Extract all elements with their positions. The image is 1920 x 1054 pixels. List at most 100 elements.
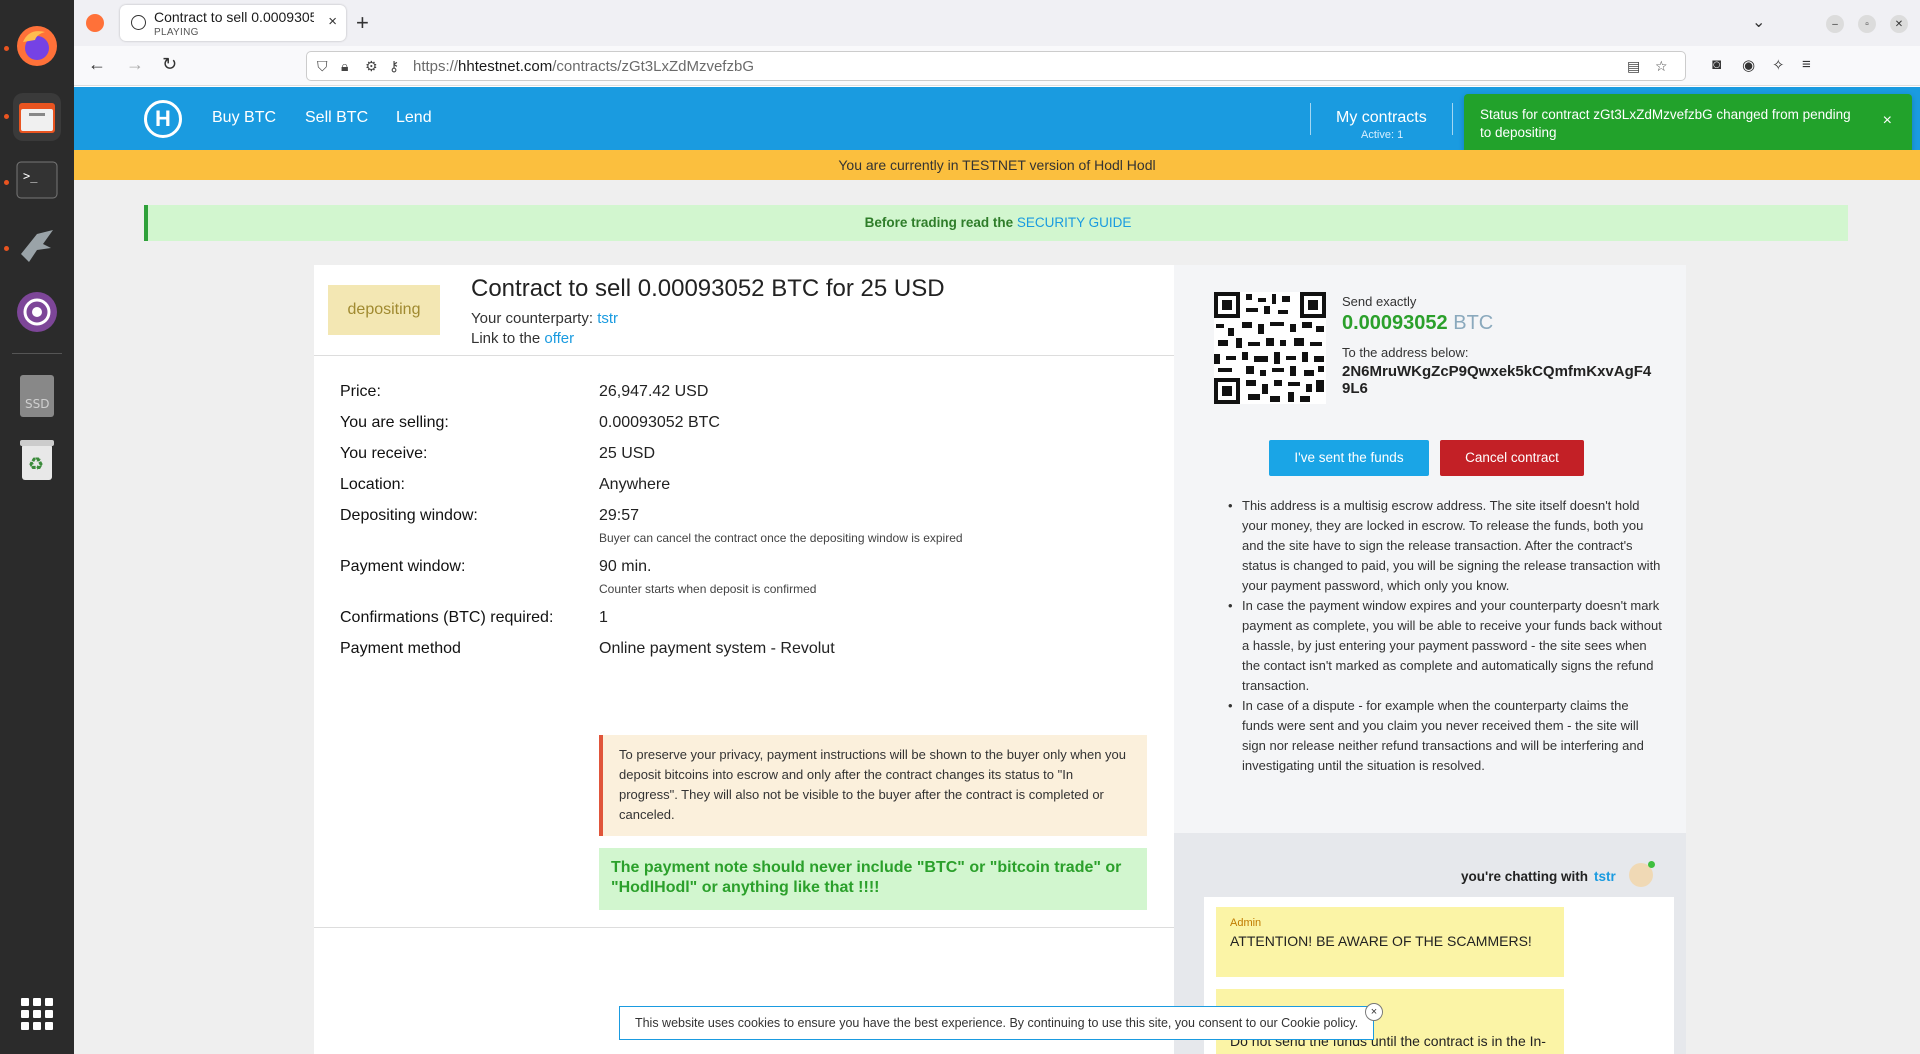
nav-bar: ← → ↻ ⛉ 🔒︎ ⚙ ⚷ https://hhtestnet.com/con… [74,46,1920,86]
tab-contract[interactable]: Contract to sell 0.00093052 BTC for 25 U… [120,5,346,41]
contract-panel: depositing Contract to sell 0.00093052 B… [314,265,1174,1054]
extensions-puzzle-icon[interactable]: ✧ [1772,56,1785,74]
my-contracts-link[interactable]: My contracts [1336,109,1427,127]
chatting-with-label: you're chatting with [1461,869,1588,884]
contract-title: Contract to sell 0.00093052 BTC for 25 U… [471,275,945,302]
escrow-info-list: This address is a multisig escrow addres… [1228,496,1662,776]
location-value: Anywhere [599,476,671,493]
svg-text:>_: >_ [23,169,38,183]
lock-icon[interactable]: 🔒︎ [341,58,348,75]
menu-icon[interactable]: ≡ [1802,56,1811,73]
show-apps-icon[interactable] [21,998,53,1030]
shield-icon[interactable]: ⛉ [317,58,328,75]
new-tab-button[interactable]: + [356,10,369,36]
list-tabs-icon[interactable]: ⌄ [1752,12,1765,32]
maximize-icon[interactable]: ▫ [1858,15,1876,33]
trash-icon[interactable]: ♻ [13,436,61,484]
depositing-window-hint: Buyer can cancel the contract once the d… [599,531,963,545]
toast-close-icon[interactable]: × [1883,112,1892,130]
firefox-icon[interactable] [13,22,61,70]
svg-text:♻: ♻ [28,454,44,474]
privacy-notice: To preserve your privacy, payment instru… [599,735,1147,836]
firefox-view-icon[interactable] [86,14,104,32]
testnet-banner: You are currently in TESTNET version of … [74,150,1920,180]
send-amount: 0.00093052 BTC [1342,312,1494,334]
close-window-icon[interactable]: ✕ [1890,15,1908,33]
send-exactly-label: Send exactly [1342,294,1417,309]
site-content: H Buy BTC Sell BTC Lend My contracts Act… [74,87,1920,1054]
bird-app-icon[interactable] [13,222,61,270]
active-contracts-count: Active: 1 [1361,129,1404,141]
divider [314,927,1174,928]
message-text: ATTENTION! BE AWARE OF THE SCAMMERS! [1230,933,1532,949]
offer-link[interactable]: offer [544,330,574,347]
toast-message: Status for contract zGt3LxZdMzvefzbG cha… [1480,107,1851,140]
payment-method-value: Online payment system - Revolut [599,640,835,657]
depositing-window-value: 29:57 [599,507,640,524]
key-icon[interactable]: ⚷ [389,58,399,75]
minimize-icon[interactable]: – [1826,15,1844,33]
online-status-icon [1648,861,1655,868]
payment-window-label: Payment window: [340,558,466,575]
selling-label: You are selling: [340,414,449,431]
escrow-panel: Send exactly 0.00093052 BTC To the addre… [1174,265,1686,1054]
url-text[interactable]: https://hhtestnet.com/contracts/zGt3LxZd… [413,58,754,75]
tab-close-icon[interactable]: × [328,13,337,30]
running-indicator [4,114,9,119]
header-divider [1310,103,1311,135]
payment-window-value: 90 min. [599,558,652,575]
cookie-banner: This website uses cookies to ensure you … [619,1003,1383,1040]
browser-window: Contract to sell 0.00093052 BTC for 25 U… [74,0,1920,1054]
ubuntu-dock: >_ SSD ♻ [0,0,74,1054]
address-label: To the address below: [1342,345,1469,360]
selling-value: 0.00093052 BTC [599,414,720,431]
running-indicator [4,246,9,251]
globe-icon [131,15,146,30]
cookie-close-icon[interactable]: × [1365,1003,1383,1021]
receive-value: 25 USD [599,445,656,462]
qr-code-icon [1214,292,1326,404]
tab-title: Contract to sell 0.00093052 BTC for 25 U… [154,9,314,25]
offer-line: Link to the offer [471,330,575,347]
chat-partner-link[interactable]: tstr [1594,869,1616,884]
confirmations-value: 1 [599,609,608,626]
payment-note-warning: The payment note should never include "B… [599,848,1147,910]
counterparty-link[interactable]: tstr [597,310,618,327]
pocket-icon[interactable]: ◙ [1712,56,1721,73]
location-label: Location: [340,476,405,493]
sent-funds-button[interactable]: I've sent the funds [1269,440,1429,476]
forward-icon[interactable]: → [126,54,144,75]
back-icon[interactable]: ← [88,54,106,75]
send-unit: BTC [1453,312,1494,334]
tab-bar: Contract to sell 0.00093052 BTC for 25 U… [74,0,1920,46]
depositing-window-label: Depositing window: [340,507,478,524]
receive-label: You receive: [340,445,428,462]
hodlhodl-logo[interactable]: H [144,100,182,138]
ssd-drive-icon[interactable]: SSD [13,372,61,420]
price-label: Price: [340,383,381,400]
cancel-contract-button[interactable]: Cancel contract [1440,440,1584,476]
permissions-icon[interactable]: ⚙ [365,58,378,75]
tor-browser-icon[interactable] [13,288,61,336]
running-indicator [4,46,9,51]
nav-sell-btc[interactable]: Sell BTC [305,109,368,127]
reload-icon[interactable]: ↻ [162,54,177,75]
security-guide-link[interactable]: SECURITY GUIDE [1017,215,1132,230]
files-icon[interactable] [13,93,61,141]
extension-icon[interactable]: ◉ [1742,56,1755,74]
bookmark-star-icon[interactable]: ☆ [1655,58,1668,75]
terminal-icon[interactable]: >_ [13,156,61,204]
confirmations-label: Confirmations (BTC) required: [340,609,554,626]
chat-message: Admin ATTENTION! BE AWARE OF THE SCAMMER… [1216,907,1564,977]
divider [314,355,1174,356]
header-divider [1452,103,1453,135]
payment-window-hint: Counter starts when deposit is confirmed [599,582,817,596]
ssd-label: SSD [25,397,49,411]
nav-buy-btc[interactable]: Buy BTC [212,109,276,127]
list-item: In case of a dispute - for example when … [1228,696,1662,776]
escrow-address[interactable]: 2N6MruWKgZcP9Qwxek5kCQmfmKxvAgF49L6 [1342,363,1652,397]
url-bar[interactable]: ⛉ 🔒︎ ⚙ ⚷ https://hhtestnet.com/contracts… [306,51,1686,81]
reader-mode-icon[interactable]: ▤ [1627,58,1640,75]
dock-separator [12,353,62,354]
nav-lend[interactable]: Lend [396,109,432,127]
